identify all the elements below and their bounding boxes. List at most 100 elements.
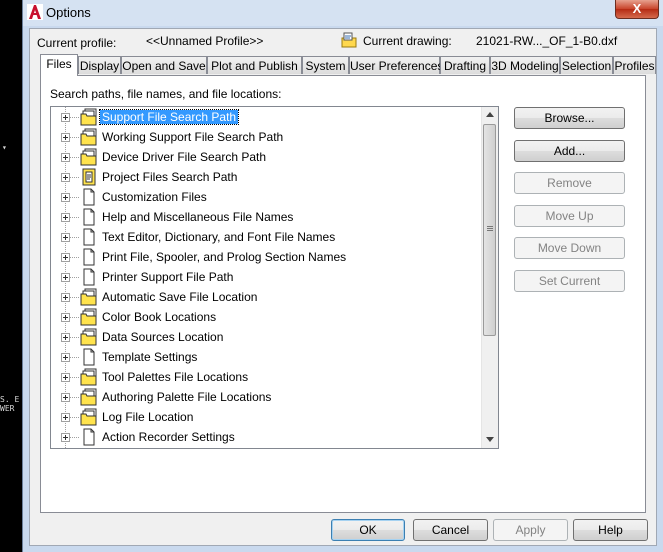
current-drawing-value: 21021-RW..._OF_1-B0.dxf bbox=[476, 34, 618, 48]
file-locations-tree[interactable]: Support File Search Path Working Support … bbox=[50, 106, 499, 449]
file-icon bbox=[80, 248, 98, 266]
tree-item-label: Device Driver File Search Path bbox=[102, 150, 267, 164]
folder-stack-icon bbox=[80, 108, 98, 126]
close-button[interactable]: X bbox=[615, 0, 659, 19]
apply-button[interactable]: Apply bbox=[493, 519, 568, 541]
expand-plus-icon[interactable] bbox=[61, 153, 70, 162]
tree-item[interactable]: Device Driver File Search Path bbox=[51, 147, 481, 167]
expand-plus-icon[interactable] bbox=[61, 433, 70, 442]
autocad-app-icon bbox=[27, 4, 43, 20]
tab-files[interactable]: Files bbox=[40, 54, 78, 76]
window-title: Options bbox=[46, 5, 91, 20]
dialog-client-area: Current profile: <<Unnamed Profile>> Cur… bbox=[29, 28, 657, 546]
expand-plus-icon[interactable] bbox=[61, 373, 70, 382]
tab-system[interactable]: System bbox=[302, 56, 349, 74]
tree-connector-dots bbox=[70, 397, 79, 398]
tab-display[interactable]: Display bbox=[78, 56, 121, 74]
tree-item[interactable]: Color Book Locations bbox=[51, 307, 481, 327]
current-drawing-label: Current drawing: bbox=[363, 34, 452, 48]
tree-item-label: Customization Files bbox=[102, 190, 207, 204]
tree-item-label: Log File Location bbox=[102, 410, 194, 424]
tab-drafting[interactable]: Drafting bbox=[440, 56, 490, 74]
tree-item-label: Color Book Locations bbox=[102, 310, 217, 324]
scroll-up-arrow-icon[interactable] bbox=[486, 112, 494, 117]
tree-item[interactable]: Data Sources Location bbox=[51, 327, 481, 347]
tree-item-label: Tool Palettes File Locations bbox=[102, 370, 249, 384]
tree-item[interactable]: Project Files Search Path bbox=[51, 167, 481, 187]
move-up-button[interactable]: Move Up bbox=[514, 205, 625, 227]
remove-button[interactable]: Remove bbox=[514, 172, 625, 194]
tree-connector-dots bbox=[70, 317, 79, 318]
folder-stack-icon bbox=[80, 308, 98, 326]
tab-user-preferences[interactable]: User Preferences bbox=[349, 56, 443, 74]
cancel-button[interactable]: Cancel bbox=[413, 519, 488, 541]
expand-plus-icon[interactable] bbox=[61, 253, 70, 262]
expand-plus-icon[interactable] bbox=[61, 293, 70, 302]
tree-vertical-scrollbar[interactable] bbox=[481, 107, 498, 448]
folder-stack-icon bbox=[80, 368, 98, 386]
tree-item[interactable]: Authoring Palette File Locations bbox=[51, 387, 481, 407]
background-text-line: S. E bbox=[0, 395, 20, 404]
title-bar[interactable]: Options X bbox=[23, 0, 663, 26]
tree-item[interactable]: Tool Palettes File Locations bbox=[51, 367, 481, 387]
folder-stack-icon bbox=[80, 148, 98, 166]
tree-item-label: Support File Search Path bbox=[98, 109, 240, 125]
folder-stack-icon bbox=[80, 328, 98, 346]
tab-open-and-save[interactable]: Open and Save bbox=[121, 56, 207, 74]
set-current-button[interactable]: Set Current bbox=[514, 270, 625, 292]
tab-plot-and-publish[interactable]: Plot and Publish bbox=[207, 56, 302, 74]
tree-connector-dots bbox=[70, 277, 79, 278]
tree-item[interactable]: Printer Support File Path bbox=[51, 267, 481, 287]
tree-connector-dots bbox=[70, 137, 79, 138]
expand-plus-icon[interactable] bbox=[61, 353, 70, 362]
expand-plus-icon[interactable] bbox=[61, 273, 70, 282]
tree-item[interactable]: Customization Files bbox=[51, 187, 481, 207]
expand-plus-icon[interactable] bbox=[61, 413, 70, 422]
expand-plus-icon[interactable] bbox=[61, 233, 70, 242]
tree-item[interactable]: Template Settings bbox=[51, 347, 481, 367]
scroll-down-arrow-icon[interactable] bbox=[486, 437, 494, 442]
help-button[interactable]: Help bbox=[573, 519, 648, 541]
tree-item-label: Authoring Palette File Locations bbox=[102, 390, 272, 404]
expand-plus-icon[interactable] bbox=[61, 213, 70, 222]
scroll-thumb[interactable] bbox=[483, 124, 496, 336]
project-file-icon bbox=[80, 168, 98, 186]
expand-plus-icon[interactable] bbox=[61, 113, 70, 122]
tab-3d-modeling[interactable]: 3D Modeling bbox=[490, 56, 560, 74]
current-profile-value: <<Unnamed Profile>> bbox=[146, 34, 264, 48]
tree-connector-dots bbox=[70, 437, 79, 438]
expand-plus-icon[interactable] bbox=[61, 193, 70, 202]
file-icon bbox=[80, 348, 98, 366]
tree-item[interactable]: Text Editor, Dictionary, and Font File N… bbox=[51, 227, 481, 247]
folder-stack-icon bbox=[80, 128, 98, 146]
move-down-button[interactable]: Move Down bbox=[514, 237, 625, 259]
folder-stack-icon bbox=[80, 288, 98, 306]
tree-item-label: Action Recorder Settings bbox=[102, 430, 235, 444]
tree-item-label: Help and Miscellaneous File Names bbox=[102, 210, 294, 224]
tab-selection[interactable]: Selection bbox=[560, 56, 613, 74]
tree-item[interactable]: Support File Search Path bbox=[51, 107, 481, 127]
tree-item[interactable]: Automatic Save File Location bbox=[51, 287, 481, 307]
tree-item[interactable]: Print File, Spooler, and Prolog Section … bbox=[51, 247, 481, 267]
files-tab-panel: Search paths, file names, and file locat… bbox=[40, 75, 646, 513]
tree-item-label: Printer Support File Path bbox=[102, 270, 234, 284]
tree-connector-dots bbox=[70, 237, 79, 238]
tree-item[interactable]: Working Support File Search Path bbox=[51, 127, 481, 147]
expand-plus-icon[interactable] bbox=[61, 393, 70, 402]
tree-item[interactable]: Action Recorder Settings bbox=[51, 427, 481, 447]
tree-connector-dots bbox=[70, 197, 79, 198]
browse-button[interactable]: Browse... bbox=[514, 107, 625, 129]
tab-profiles[interactable]: Profiles bbox=[613, 56, 656, 74]
tree-item-label: Working Support File Search Path bbox=[102, 130, 284, 144]
expand-plus-icon[interactable] bbox=[61, 133, 70, 142]
files-heading: Search paths, file names, and file locat… bbox=[50, 87, 282, 101]
add-button[interactable]: Add... bbox=[514, 140, 625, 162]
tree-item[interactable]: Log File Location bbox=[51, 407, 481, 427]
background-text-line: WER bbox=[0, 404, 15, 413]
tree-item-label: Project Files Search Path bbox=[102, 170, 238, 184]
tree-item[interactable]: Help and Miscellaneous File Names bbox=[51, 207, 481, 227]
expand-plus-icon[interactable] bbox=[61, 173, 70, 182]
ok-button[interactable]: OK bbox=[331, 519, 405, 541]
expand-plus-icon[interactable] bbox=[61, 333, 70, 342]
expand-plus-icon[interactable] bbox=[61, 313, 70, 322]
